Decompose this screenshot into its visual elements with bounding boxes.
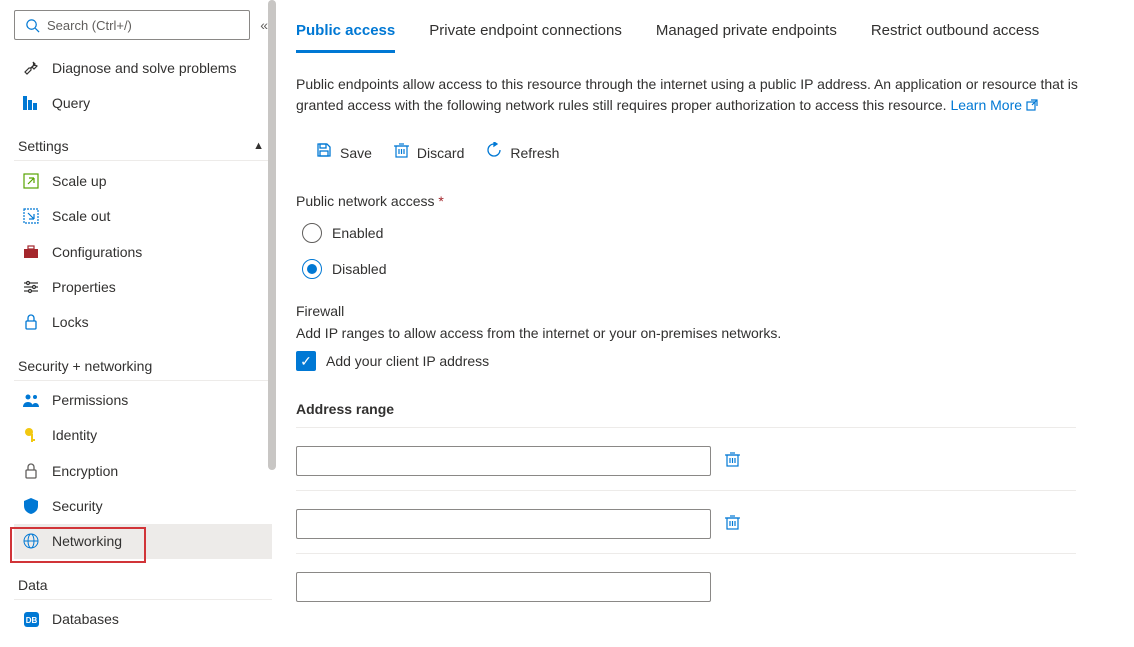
scale-out-icon <box>22 208 40 224</box>
nav-diagnose[interactable]: Diagnose and solve problems <box>14 50 272 85</box>
refresh-button[interactable]: Refresh <box>486 142 559 163</box>
radio-circle-icon <box>302 223 322 243</box>
nav-scale-out[interactable]: Scale out <box>14 199 272 234</box>
address-row-0 <box>296 446 1120 476</box>
nav-locks[interactable]: Locks <box>14 304 272 339</box>
tab-restrict-outbound[interactable]: Restrict outbound access <box>871 16 1039 53</box>
wrench-icon <box>22 60 40 76</box>
description-text: Public endpoints allow access to this re… <box>296 74 1086 116</box>
address-row-1 <box>296 509 1120 539</box>
nav-permissions[interactable]: Permissions <box>14 383 272 418</box>
refresh-icon <box>486 142 502 163</box>
nav-databases[interactable]: DB Databases <box>14 602 272 637</box>
nav-label: Networking <box>52 533 122 549</box>
address-input[interactable] <box>296 509 711 539</box>
nav-label: Locks <box>52 314 89 330</box>
briefcase-icon <box>22 245 40 259</box>
nav-label: Databases <box>52 611 119 627</box>
main-panel: Public access Private endpoint connectio… <box>276 0 1134 647</box>
chevron-up-icon[interactable]: ▲ <box>253 140 264 152</box>
nav-label: Query <box>52 95 90 111</box>
firewall-description: Add IP ranges to allow access from the i… <box>296 325 1120 341</box>
nav-label: Security <box>52 498 103 514</box>
lock-icon <box>22 314 40 330</box>
section-header-data: Data <box>14 559 272 597</box>
nav-security[interactable]: Security <box>14 488 272 523</box>
search-box[interactable] <box>14 10 250 40</box>
nav-label: Encryption <box>52 463 118 479</box>
save-icon <box>316 142 332 163</box>
tab-public-access[interactable]: Public access <box>296 16 395 53</box>
nav-identity[interactable]: Identity <box>14 418 272 453</box>
nav-configurations[interactable]: Configurations <box>14 234 272 269</box>
nav-encryption[interactable]: Encryption <box>14 453 272 488</box>
nav-label: Identity <box>52 427 97 443</box>
section-header-settings: Settings ▲ <box>14 120 272 158</box>
public-access-label: Public network access * <box>296 193 1120 209</box>
nav-label: Configurations <box>52 244 142 260</box>
nav-scale-up[interactable]: Scale up <box>14 163 272 198</box>
globe-network-icon <box>22 533 40 549</box>
radio-enabled[interactable]: Enabled <box>302 223 1120 243</box>
nav-label: Diagnose and solve problems <box>52 60 236 76</box>
nav-networking[interactable]: Networking <box>14 524 272 559</box>
discard-button[interactable]: Discard <box>394 142 464 163</box>
public-access-radio-group: Enabled Disabled <box>302 223 1120 279</box>
tab-managed-private[interactable]: Managed private endpoints <box>656 16 837 53</box>
tabs: Public access Private endpoint connectio… <box>296 16 1120 54</box>
section-header-security: Security + networking <box>14 340 272 378</box>
nav-label: Permissions <box>52 392 128 408</box>
delete-address-icon[interactable] <box>725 514 740 535</box>
search-input[interactable] <box>47 18 241 33</box>
nav-label: Scale up <box>52 173 106 189</box>
address-row-2 <box>296 572 1120 602</box>
address-input[interactable] <box>296 572 711 602</box>
key-icon <box>22 427 40 443</box>
firewall-heading: Firewall <box>296 303 1120 319</box>
sliders-icon <box>22 280 40 294</box>
trash-icon <box>394 142 409 163</box>
sidebar: « Diagnose and solve problems Query Sett… <box>0 0 276 647</box>
required-asterisk: * <box>438 193 443 209</box>
address-range-header: Address range <box>296 401 1120 417</box>
toolbar: Save Discard Refresh <box>316 142 1120 163</box>
address-input[interactable] <box>296 446 711 476</box>
nav-label: Scale out <box>52 208 110 224</box>
query-icon <box>22 96 40 110</box>
sidebar-scrollbar[interactable] <box>268 0 276 480</box>
search-icon <box>23 18 41 33</box>
add-client-ip-checkbox[interactable]: ✓ Add your client IP address <box>296 351 1120 371</box>
shield-icon <box>22 498 40 514</box>
nav-properties[interactable]: Properties <box>14 269 272 304</box>
delete-address-icon[interactable] <box>725 451 740 472</box>
scale-up-icon <box>22 173 40 189</box>
people-icon <box>22 393 40 407</box>
save-button[interactable]: Save <box>316 142 372 163</box>
learn-more-link[interactable]: Learn More <box>950 97 1037 113</box>
svg-text:DB: DB <box>25 616 37 625</box>
radio-disabled[interactable]: Disabled <box>302 259 1120 279</box>
padlock-icon <box>22 463 40 479</box>
database-icon: DB <box>22 612 40 627</box>
checkbox-checked-icon: ✓ <box>296 351 316 371</box>
radio-circle-icon <box>302 259 322 279</box>
tab-private-endpoint[interactable]: Private endpoint connections <box>429 16 622 53</box>
nav-query[interactable]: Query <box>14 85 272 120</box>
nav-label: Properties <box>52 279 116 295</box>
